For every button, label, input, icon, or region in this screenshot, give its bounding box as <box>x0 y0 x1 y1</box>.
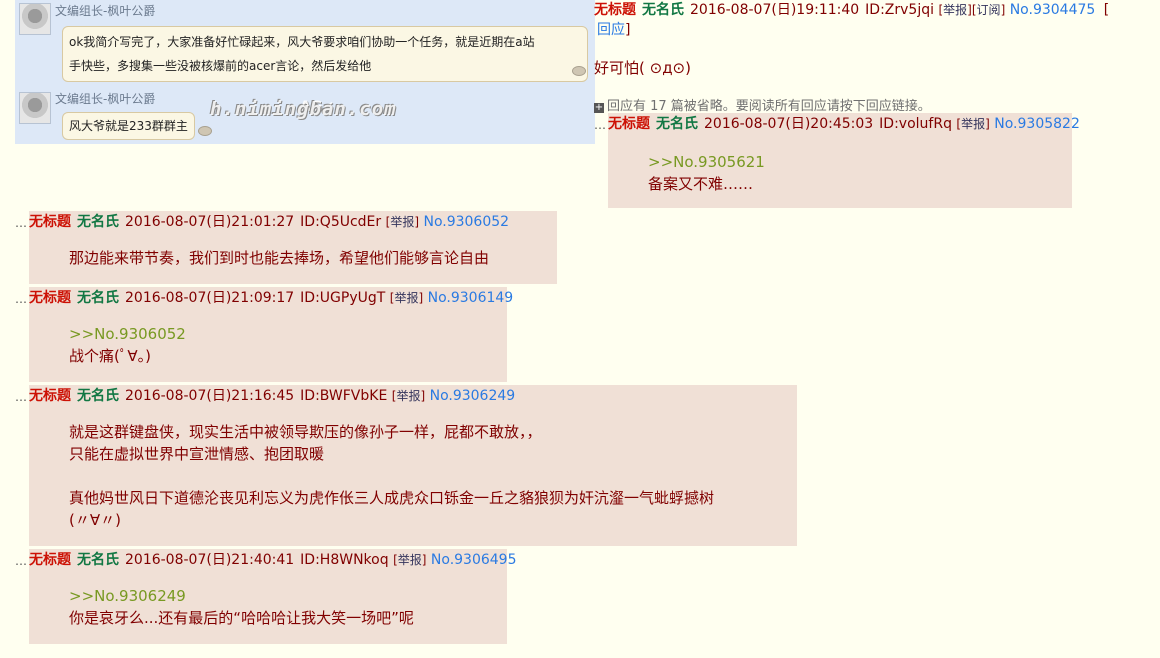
quote-link[interactable]: >>No.9305621 <box>648 151 765 173</box>
chat-bubble-tail <box>198 126 212 136</box>
expand-plus-icon[interactable]: + <box>594 103 604 113</box>
reply-line: 那边能来带节奏，我们到时也能去捧场，希望他们能够言论自由 <box>69 249 490 267</box>
post-number-link[interactable]: No.9306495 <box>431 552 517 568</box>
chat-bubble-tail <box>572 66 586 76</box>
poster-id: ID:volufRq <box>879 116 952 132</box>
report-link-wrapper: [举报] <box>393 553 427 567</box>
report-link-wrapper: [举报] <box>956 117 990 131</box>
reply-line: 只能在虚拟世界中宣泄情感、抱团取暖 <box>69 445 325 463</box>
reply-ellipsis: … <box>15 292 27 306</box>
report-link-wrapper: [举报] <box>385 215 420 229</box>
chat-line: 风大爷就是233群群主 <box>69 119 188 133</box>
chat-screenshot-image: 文编组长-枫叶公爵 ok我简介写完了，大家准备好忙碌起来，风大爷要求咱们协助一个… <box>15 0 595 144</box>
report-link[interactable]: 举报 <box>961 117 985 131</box>
reply-line: 就是这群键盘侠，现实生活中被领导欺压的像孙子一样，屁都不敢放，， <box>69 423 542 441</box>
post-title: 无标题 <box>29 214 71 230</box>
poster-id: ID:BWFVbKE <box>300 388 388 404</box>
subscribe-link[interactable]: 订阅 <box>977 3 1001 17</box>
reply-header: 无标题 无名氏 2016-08-07(日)20:45:03 ID:volufRq [举… <box>608 113 1080 135</box>
reply-header: 无标题 无名氏 2016-08-07(日)21:01:27 ID:Q5UcdEr [举… <box>29 211 509 233</box>
post-date: 2016-08-07(日)21:01:27 <box>125 214 295 230</box>
report-link-wrapper: [举报] <box>938 3 972 17</box>
avatar <box>19 3 51 35</box>
chat-sender-name: 文编组长-枫叶公爵 <box>55 92 156 106</box>
subscribe-link-wrapper: [订阅] <box>971 3 1006 17</box>
reply-body: >>No.9306249 你是哀牙么...还有最后的“哈哈哈让我大笑一场吧”呢 <box>69 585 414 629</box>
reply-line: 备案又不难…… <box>648 175 754 193</box>
poster-name: 无名氏 <box>656 116 698 132</box>
reply-ellipsis: … <box>15 216 27 230</box>
post-date: 2016-08-07(日)21:16:45 <box>125 388 295 404</box>
poster-name: 无名氏 <box>77 214 119 230</box>
chat-line: 手快些，多搜集一些没被核爆前的acer言论，然后发给他 <box>69 59 372 73</box>
post-number-link[interactable]: No.9304475 <box>1010 2 1096 18</box>
report-link-wrapper: [举报] <box>389 291 424 305</box>
poster-id: ID:UGPyUgT <box>300 290 386 306</box>
post-date: 2016-08-07(日)21:09:17 <box>125 290 295 306</box>
reply-header: 无标题 无名氏 2016-08-07(日)21:09:17 ID:UGPyUgT [举… <box>29 287 513 309</box>
post-number-link[interactable]: No.9306149 <box>428 290 514 306</box>
reply-body: 就是这群键盘侠，现实生活中被领导欺压的像孙子一样，屁都不敢放，， 只能在虚拟世界中… <box>69 421 714 531</box>
reply-header: 无标题 无名氏 2016-08-07(日)21:16:45 ID:BWFVbKE [举… <box>29 385 515 407</box>
report-link[interactable]: 举报 <box>398 553 422 567</box>
report-link[interactable]: 举报 <box>396 389 420 403</box>
report-link[interactable]: 举报 <box>394 291 418 305</box>
post-number-link[interactable]: No.9306249 <box>430 388 516 404</box>
report-link[interactable]: 举报 <box>390 215 414 229</box>
post-title: 无标题 <box>594 2 636 18</box>
avatar <box>19 92 51 124</box>
poster-id: ID:H8WNkoq <box>300 552 389 568</box>
chat-bubble: 风大爷就是233群群主 <box>62 112 195 140</box>
post-title: 无标题 <box>29 388 71 404</box>
reply-post: 无标题 无名氏 2016-08-07(日)21:16:45 ID:BWFVbKE [举… <box>29 385 797 546</box>
post-date: 2016-08-07(日)19:11:40 <box>690 2 860 18</box>
post-title: 无标题 <box>29 552 71 568</box>
reply-body: >>No.9305621 备案又不难…… <box>648 151 765 195</box>
post-date: 2016-08-07(日)21:40:41 <box>125 552 295 568</box>
quote-link[interactable]: >>No.9306249 <box>69 585 414 607</box>
chat-line: ok我简介写完了，大家准备好忙碌起来，风大爷要求咱们协助一个任务，就是近期在a站 <box>69 35 535 49</box>
reply-ellipsis: … <box>15 554 27 568</box>
omitted-text: 回应有 17 篇被省略。要阅读所有回应请按下回应链接。 <box>607 99 931 114</box>
reply-line: 战个痛(ﾟ∀。) <box>69 347 151 365</box>
post-body: 好可怕( ⊙д⊙) <box>594 59 691 77</box>
poster-name: 无名氏 <box>77 290 119 306</box>
poster-id: ID:Zrv5jqi <box>865 2 935 18</box>
reply-line: 你是哀牙么...还有最后的“哈哈哈让我大笑一场吧”呢 <box>69 609 414 627</box>
report-link[interactable]: 举报 <box>943 3 967 17</box>
post-title: 无标题 <box>608 116 650 132</box>
reply-line: 真他妈世风日下道德沦丧见利忘义为虎作伥三人成虎众口铄金一丘之貉狼狈为奸沆瀣一气蚍… <box>69 489 715 507</box>
reply-ellipsis: … <box>15 390 27 404</box>
quote-link[interactable]: >>No.9306052 <box>69 323 186 345</box>
reply-link[interactable]: 回应 <box>597 22 625 38</box>
reply-ellipsis: … <box>594 118 606 132</box>
omitted-notice: + 回应有 17 篇被省略。要阅读所有回应请按下回应链接。 <box>594 95 931 114</box>
watermark: h.nimingban.com <box>210 98 397 120</box>
poster-id: ID:Q5UcdEr <box>300 214 382 230</box>
reply-post: 无标题 无名氏 2016-08-07(日)20:45:03 ID:volufRq [举… <box>608 113 1080 208</box>
chat-sender-name: 文编组长-枫叶公爵 <box>55 4 156 18</box>
reply-body: >>No.9306052 战个痛(ﾟ∀。) <box>69 323 186 367</box>
reply-post: 无标题 无名氏 2016-08-07(日)21:01:27 ID:Q5UcdEr [举… <box>29 211 557 284</box>
report-link-wrapper: [举报] <box>391 389 426 403</box>
reply-body: 那边能来带节奏，我们到时也能去捧场，希望他们能够言论自由 <box>69 247 489 269</box>
post-number-link[interactable]: No.9306052 <box>423 214 509 230</box>
reply-line <box>69 465 714 487</box>
reply-line: (〃∀〃) <box>69 511 121 529</box>
thread-header: 无标题 无名氏 2016-08-07(日)19:11:40 ID:Zrv5jqi [举… <box>594 0 1154 78</box>
chat-bubble: ok我简介写完了，大家准备好忙碌起来，风大爷要求咱们协助一个任务，就是近期在a站… <box>62 26 588 82</box>
post-date: 2016-08-07(日)20:45:03 <box>704 116 874 132</box>
poster-name: 无名氏 <box>77 388 119 404</box>
reply-post: 无标题 无名氏 2016-08-07(日)21:40:41 ID:H8WNkoq [举… <box>29 549 517 644</box>
reply-header: 无标题 无名氏 2016-08-07(日)21:40:41 ID:H8WNkoq [举… <box>29 549 517 571</box>
post-number-link[interactable]: No.9305822 <box>994 116 1080 132</box>
post-title: 无标题 <box>29 290 71 306</box>
poster-name: 无名氏 <box>642 2 684 18</box>
reply-post: 无标题 无名氏 2016-08-07(日)21:09:17 ID:UGPyUgT [举… <box>29 287 513 382</box>
poster-name: 无名氏 <box>77 552 119 568</box>
